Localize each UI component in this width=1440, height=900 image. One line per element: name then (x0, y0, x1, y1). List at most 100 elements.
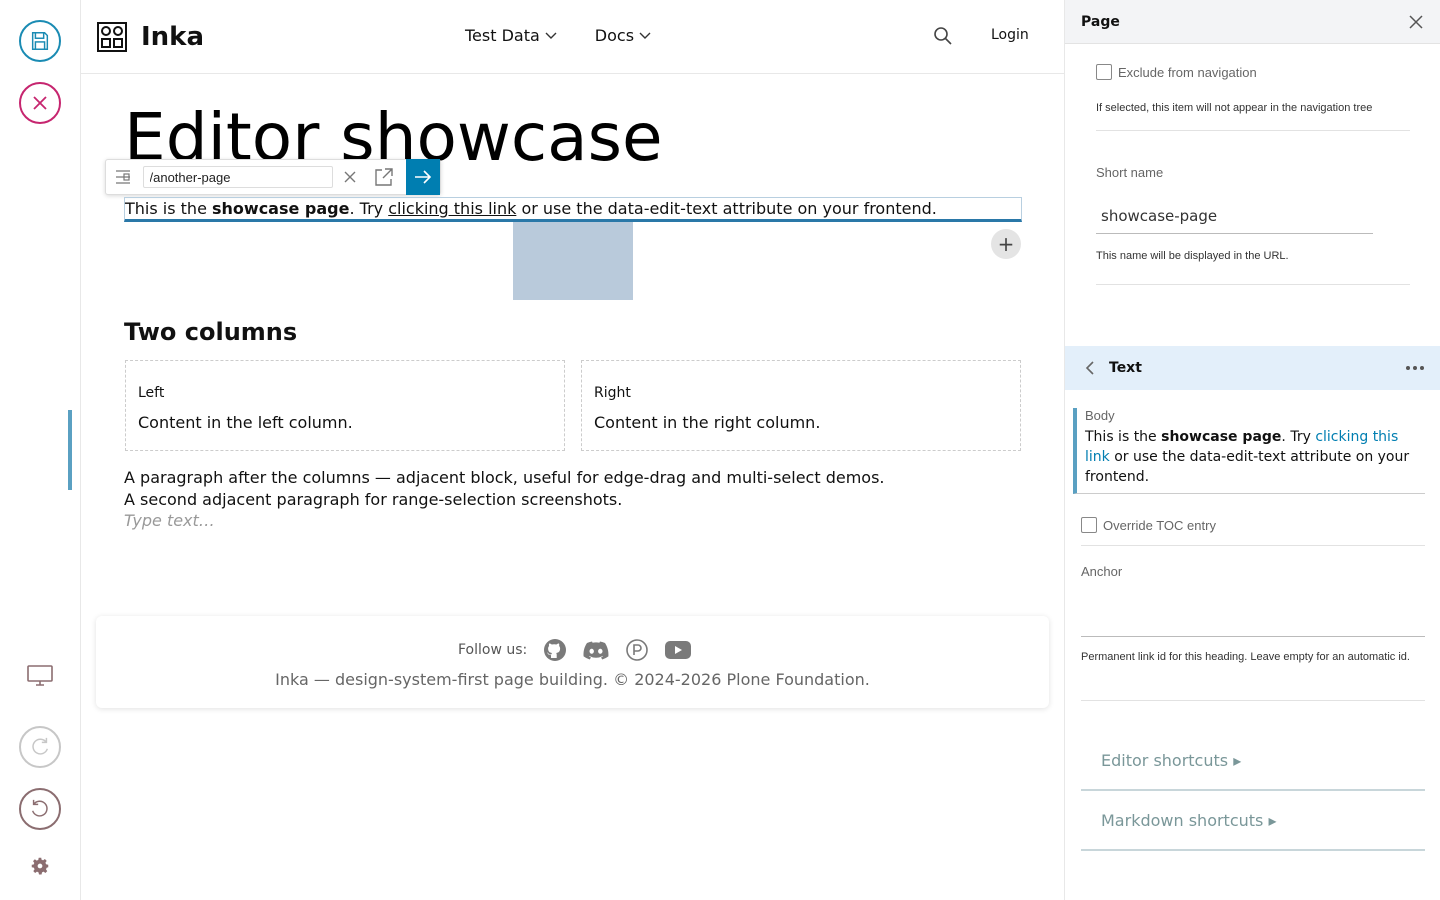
para-text: . Try (349, 199, 389, 218)
copyright: Inka — design-system-first page building… (275, 670, 870, 689)
arrow-right-icon (414, 170, 431, 184)
gear-icon (31, 857, 49, 875)
nav-label: Test Data (465, 26, 540, 45)
site-header: Inka Test Data Docs Login (81, 0, 1064, 74)
short-name-input[interactable] (1096, 198, 1373, 234)
close-icon[interactable] (1408, 14, 1424, 30)
redo-icon (32, 737, 49, 755)
undo-icon (31, 799, 48, 817)
anchor-label: Anchor (1081, 564, 1123, 579)
discord-icon[interactable] (583, 640, 609, 660)
column-text: Content in the right column. (594, 413, 821, 432)
close-icon (33, 96, 47, 110)
paragraph-line: A paragraph after the columns — adjacent… (124, 468, 885, 487)
anchor-field: Anchor Permanent link id for this headin… (1081, 564, 1425, 666)
para-text: or use the data-edit-text attribute on y… (516, 199, 937, 218)
block-edge-marker[interactable] (68, 410, 72, 490)
body-text: This is the showcase page. Try clicking … (1085, 427, 1425, 487)
markdown-shortcuts-toggle[interactable]: Markdown shortcuts ▸ (1081, 791, 1425, 851)
sidebar-header: Page (1065, 0, 1440, 44)
exclude-nav-label: Exclude from navigation (1118, 64, 1257, 80)
add-block-button[interactable]: + (991, 229, 1021, 259)
column-text: Content in the left column. (138, 413, 353, 432)
para-text: This is the (125, 199, 212, 218)
undo-button[interactable] (19, 788, 61, 830)
text-block-title: Text (1109, 360, 1142, 376)
chevron-left-icon[interactable] (1085, 361, 1095, 375)
override-toc-label: Override TOC entry (1103, 517, 1216, 533)
more-icon[interactable] (1405, 365, 1425, 371)
override-toc-field: Override TOC entry (1081, 517, 1216, 533)
redo-button[interactable] (19, 726, 61, 768)
sidebar-title: Page (1081, 13, 1120, 30)
search-icon (934, 27, 952, 45)
browse-icon (116, 170, 131, 184)
divider (1081, 545, 1425, 546)
empty-text-block[interactable]: Type text… (124, 511, 215, 530)
search-button[interactable] (933, 26, 953, 50)
image-placeholder[interactable] (513, 222, 633, 300)
github-icon[interactable] (543, 638, 567, 662)
link-toolbar (105, 159, 441, 195)
nav-item-test-data[interactable]: Test Data (465, 26, 557, 45)
text-block-header: Text (1065, 346, 1440, 390)
clear-link-button[interactable] (333, 160, 368, 194)
body-rich-text-field[interactable]: Body This is the showcase page. Try clic… (1073, 408, 1425, 494)
short-name-field: Short name This name will be displayed i… (1096, 165, 1410, 262)
external-link-icon (375, 168, 393, 186)
content-area: Editor showcase This is the showcase pag… (81, 74, 1064, 900)
selected-paragraph[interactable]: This is the showcase page. Try clicking … (124, 197, 1022, 222)
override-toc-checkbox[interactable] (1081, 517, 1097, 533)
exclude-nav-field: Exclude from navigation If selected, thi… (1096, 64, 1410, 114)
link-url-input[interactable] (142, 166, 333, 188)
divider (1096, 284, 1410, 285)
short-name-label: Short name (1096, 165, 1164, 180)
editor-shortcuts-toggle[interactable]: Editor shortcuts ▸ (1081, 731, 1425, 791)
settings-button[interactable] (24, 850, 56, 882)
save-icon (31, 32, 49, 50)
body-label: Body (1085, 408, 1115, 423)
column-label: Left (138, 385, 165, 401)
paragraph-block[interactable]: A paragraph after the columns — adjacent… (124, 467, 885, 511)
open-link-button[interactable] (367, 160, 402, 194)
plus-icon: + (997, 232, 1015, 256)
short-name-help: This name will be displayed in the URL. (1096, 250, 1289, 262)
anchor-help: Permanent link id for this heading. Leav… (1081, 651, 1410, 663)
para-link[interactable]: clicking this link (388, 199, 516, 218)
body-text-part: . Try (1281, 429, 1316, 445)
monitor-icon (27, 665, 53, 686)
body-text-bold: showcase page (1161, 429, 1282, 445)
logo[interactable]: Inka (97, 22, 204, 52)
site-footer: Follow us: Inka — design-system-first pa… (96, 616, 1049, 708)
section-heading[interactable]: Two columns (124, 318, 297, 346)
cancel-button[interactable] (19, 82, 61, 124)
main-nav: Test Data Docs (465, 26, 651, 45)
link-browse-button[interactable] (106, 160, 141, 194)
close-icon (344, 171, 356, 183)
divider (1096, 130, 1410, 131)
settings-sidebar: Page Exclude from navigation If selected… (1064, 0, 1440, 900)
youtube-icon[interactable] (665, 640, 692, 660)
exclude-nav-checkbox[interactable] (1096, 64, 1112, 80)
chevron-down-icon (639, 32, 651, 39)
exclude-nav-help: If selected, this item will not appear i… (1096, 102, 1373, 114)
right-column[interactable]: Right Content in the right column. (581, 360, 1021, 451)
save-button[interactable] (19, 20, 61, 62)
chevron-down-icon (545, 32, 557, 39)
submit-link-button[interactable] (405, 159, 440, 195)
nav-item-docs[interactable]: Docs (595, 26, 651, 45)
body-text-part: This is the (1085, 429, 1162, 445)
social-links: Follow us: (458, 638, 692, 662)
body-text-part: or use the data-edit-text attribute on y… (1085, 449, 1410, 485)
plone-icon[interactable] (625, 638, 649, 662)
paragraph-line: A second adjacent paragraph for range-se… (124, 490, 623, 509)
column-label: Right (594, 385, 631, 401)
editor-toolbar (0, 0, 81, 900)
follow-label: Follow us: (458, 642, 528, 658)
login-link[interactable]: Login (991, 27, 1029, 43)
divider (1081, 700, 1425, 701)
nav-label: Docs (594, 26, 635, 45)
display-button[interactable] (24, 660, 56, 692)
left-column[interactable]: Left Content in the left column. (125, 360, 565, 451)
anchor-input[interactable] (1081, 593, 1425, 637)
